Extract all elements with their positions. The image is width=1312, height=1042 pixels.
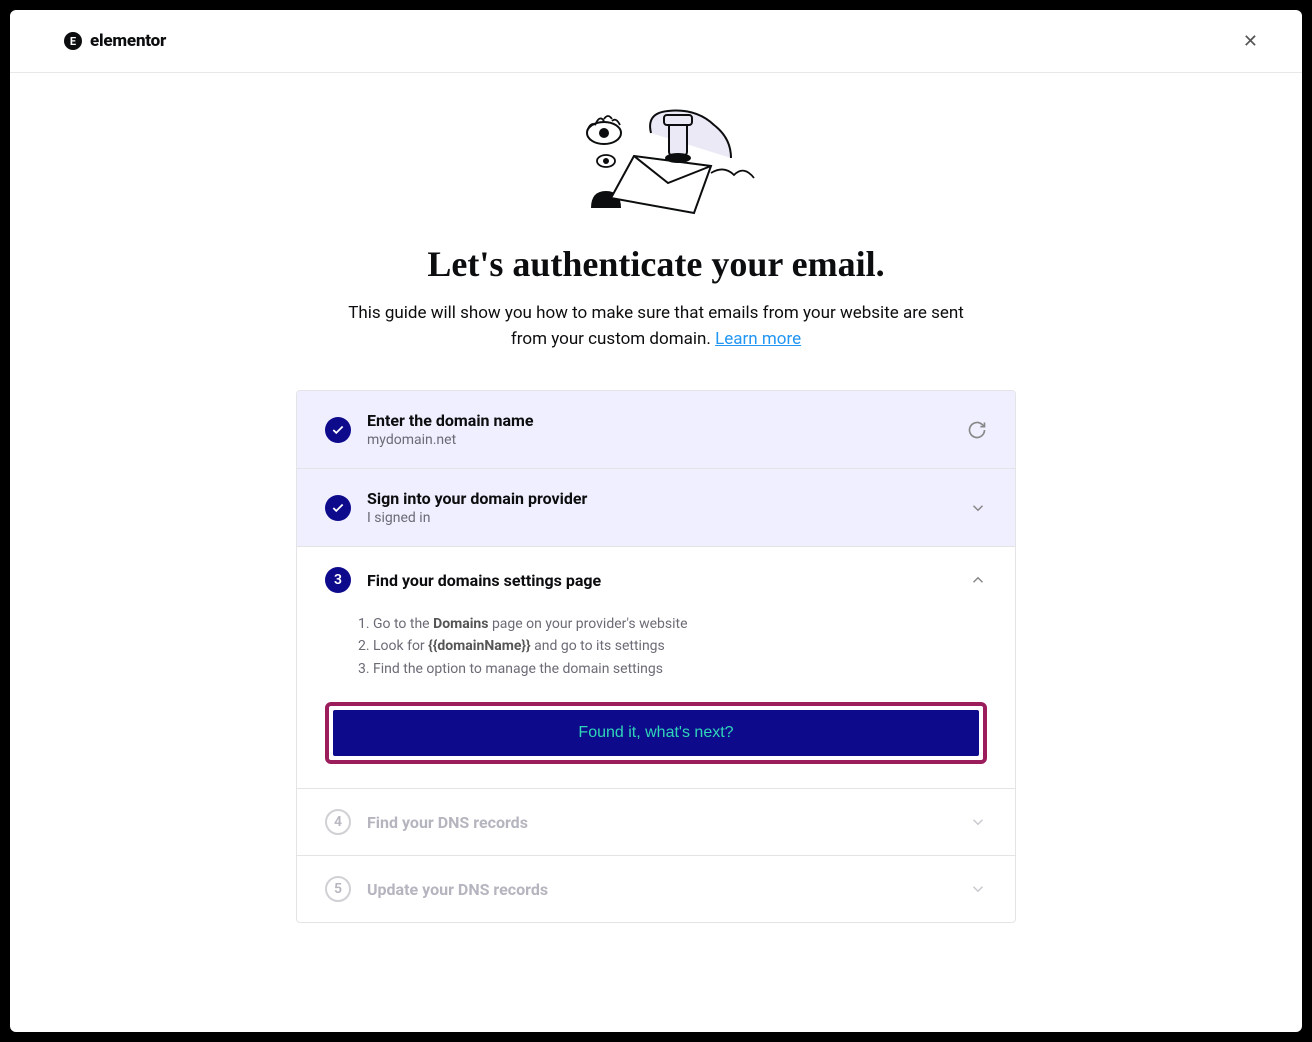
learn-more-link[interactable]: Learn more (715, 329, 801, 349)
chevron-up-icon (969, 571, 987, 589)
step-info: Enter the domain name mydomain.net (367, 411, 951, 448)
step-update-dns: 5 Update your DNS records (297, 856, 1015, 922)
brand-icon: E (64, 32, 82, 50)
instruction-item: Look for {{domainName}} and go to its se… (373, 635, 987, 657)
step-title: Find your DNS records (367, 813, 953, 832)
step-title: Find your domains settings page (367, 571, 953, 590)
step-header[interactable]: Enter the domain name mydomain.net (297, 391, 1015, 468)
step-info: Find your domains settings page (367, 571, 953, 590)
subtitle-text: This guide will show you how to make sur… (348, 303, 964, 349)
step-info: Update your DNS records (367, 880, 953, 899)
step-info: Find your DNS records (367, 813, 953, 832)
step-title: Enter the domain name (367, 411, 951, 430)
instruction-item: Find the option to manage the domain set… (373, 658, 987, 680)
step-badge-number: 3 (325, 567, 351, 593)
step-badge-check (325, 495, 351, 521)
brand-name: elementor (90, 31, 166, 51)
found-it-next-button[interactable]: Found it, what's next? (333, 710, 979, 756)
steps-container: Enter the domain name mydomain.net Sign … (296, 390, 1016, 923)
modal-header: E elementor ✕ (10, 10, 1302, 73)
cta-highlight: Found it, what's next? (325, 702, 987, 764)
step-header[interactable]: 3 Find your domains settings page (297, 547, 1015, 613)
instruction-list: Go to the Domains page on your provider'… (325, 613, 987, 680)
step-enter-domain: Enter the domain name mydomain.net (297, 391, 1015, 469)
chevron-down-icon (969, 813, 987, 831)
step-subtitle: I signed in (367, 510, 953, 526)
step-header[interactable]: Sign into your domain provider I signed … (297, 469, 1015, 546)
page-subtitle: This guide will show you how to make sur… (336, 301, 976, 352)
chevron-down-icon (969, 499, 987, 517)
step-title: Sign into your domain provider (367, 489, 953, 508)
step-find-settings: 3 Find your domains settings page Go to … (297, 547, 1015, 789)
brand-icon-letter: E (70, 35, 76, 48)
refresh-icon[interactable] (967, 420, 987, 440)
step-info: Sign into your domain provider I signed … (367, 489, 953, 526)
chevron-down-icon (969, 880, 987, 898)
close-icon: ✕ (1243, 31, 1258, 51)
step-sign-in-provider: Sign into your domain provider I signed … (297, 469, 1015, 547)
hero-illustration (556, 103, 756, 223)
step-content: Go to the Domains page on your provider'… (297, 613, 1015, 788)
step-subtitle: mydomain.net (367, 432, 951, 448)
step-badge-number: 5 (325, 876, 351, 902)
step-find-dns: 4 Find your DNS records (297, 789, 1015, 856)
brand: E elementor (64, 31, 166, 51)
close-button[interactable]: ✕ (1239, 28, 1262, 54)
check-icon (331, 501, 345, 515)
step-badge-number: 4 (325, 809, 351, 835)
step-header[interactable]: 5 Update your DNS records (297, 856, 1015, 922)
step-title: Update your DNS records (367, 880, 953, 899)
instruction-item: Go to the Domains page on your provider'… (373, 613, 987, 635)
check-icon (331, 423, 345, 437)
step-badge-check (325, 417, 351, 443)
modal-body: Let's authenticate your email. This guid… (10, 73, 1302, 963)
step-header[interactable]: 4 Find your DNS records (297, 789, 1015, 855)
page-title: Let's authenticate your email. (427, 243, 884, 285)
auth-email-modal: E elementor ✕ (10, 10, 1302, 1032)
